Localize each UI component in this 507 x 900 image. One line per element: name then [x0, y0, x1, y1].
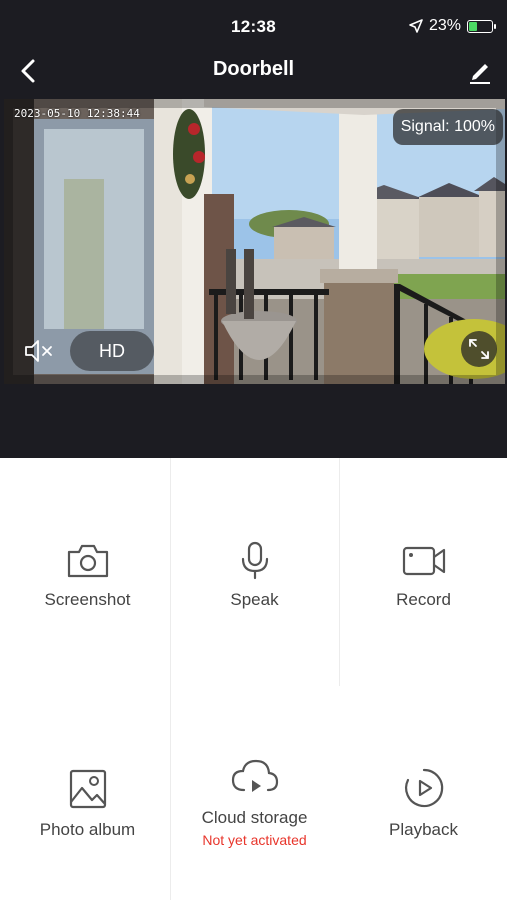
- screenshot-button[interactable]: Screenshot: [3, 542, 172, 610]
- status-bar: 12:38 23%: [0, 0, 507, 52]
- cloud-storage-button[interactable]: Cloud storage Not yet activated: [170, 758, 339, 848]
- quality-toggle-button[interactable]: HD: [70, 331, 154, 371]
- fullscreen-icon[interactable]: [461, 331, 497, 367]
- screenshot-label: Screenshot: [44, 590, 131, 609]
- cloud-play-icon: [231, 759, 278, 792]
- video-timestamp: 2023-05-10 12:38:44: [14, 107, 140, 120]
- signal-badge: Signal: 100%: [392, 109, 503, 145]
- video-camera-icon: [402, 546, 445, 576]
- mute-speaker-icon[interactable]: [22, 337, 58, 365]
- record-button[interactable]: Record: [339, 542, 507, 610]
- photo-album-icon: [69, 769, 106, 809]
- page-title: Doorbell: [212, 58, 295, 80]
- playback-button[interactable]: Playback: [339, 766, 507, 840]
- photo-album-button[interactable]: Photo album: [3, 768, 172, 840]
- status-right: 23%: [409, 17, 496, 35]
- battery-percent: 23%: [428, 17, 461, 34]
- camera-icon: [67, 544, 108, 578]
- speak-button[interactable]: Speak: [170, 540, 339, 610]
- live-video-feed[interactable]: 2023-05-10 12:38:44 Signal: 100% HD: [4, 99, 505, 384]
- cloud-storage-status: Not yet activated: [202, 832, 307, 848]
- header-area: 12:38 23% Doorbell 2023-05-10 12:38:44 S…: [0, 0, 507, 458]
- speak-label: Speak: [230, 590, 279, 609]
- action-grid: Screenshot Speak Record Photo album Clou…: [0, 458, 507, 900]
- record-label: Record: [396, 590, 451, 609]
- location-arrow-icon: [409, 19, 423, 33]
- microphone-icon: [241, 541, 268, 580]
- edit-pencil-icon[interactable]: [465, 56, 495, 86]
- photo-album-label: Photo album: [39, 820, 136, 839]
- cloud-storage-label: Cloud storage: [201, 808, 308, 827]
- battery-icon: [467, 19, 496, 33]
- playback-label: Playback: [389, 820, 458, 839]
- navigation-bar: Doorbell: [0, 52, 507, 96]
- playback-icon: [404, 768, 443, 808]
